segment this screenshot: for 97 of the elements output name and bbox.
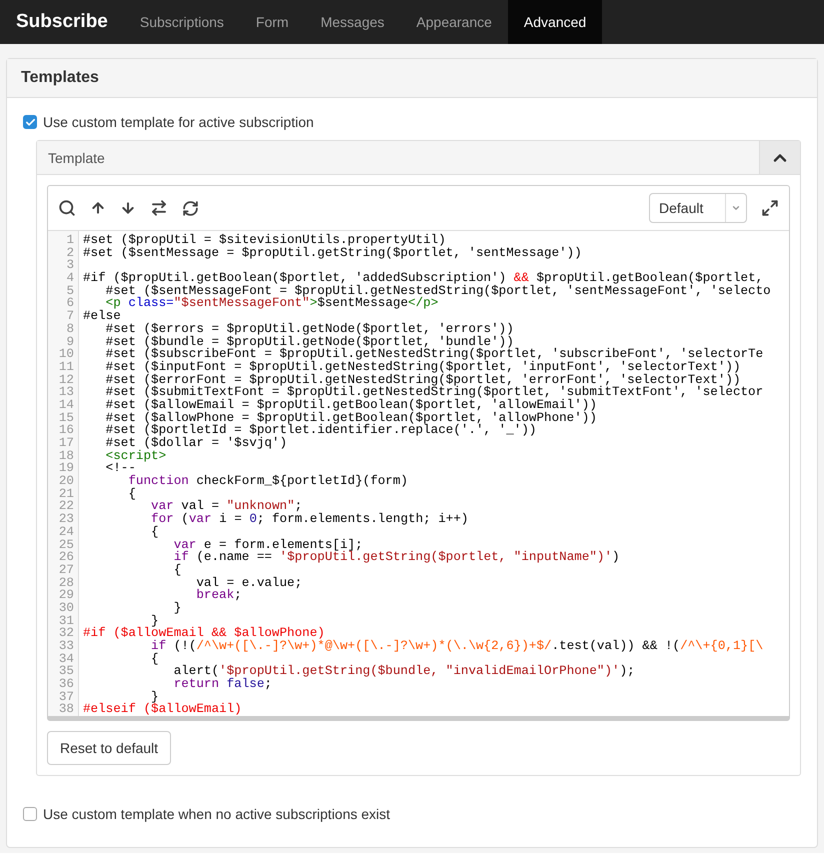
code-line: break; — [195, 589, 242, 602]
line-number: 17 — [58, 437, 74, 450]
collapse-button[interactable] — [759, 141, 800, 174]
refresh-icon[interactable] — [182, 200, 199, 216]
code-line: } — [151, 690, 159, 704]
line-number: 7 — [65, 310, 74, 323]
code-line: return false; — [172, 678, 272, 691]
line-number: 35 — [58, 665, 74, 678]
line-number: 33 — [58, 640, 74, 653]
nav-tab[interactable]: Form — [240, 0, 305, 44]
line-number: 27 — [58, 564, 74, 577]
line-number: 19 — [58, 462, 74, 476]
line-number: 11 — [58, 360, 74, 374]
nav-tab[interactable]: Appearance — [400, 0, 508, 44]
theme-select[interactable]: Default — [649, 193, 747, 223]
code-line: #set ($dollar = '$svjq') — [104, 437, 288, 450]
line-number: 8 — [65, 322, 74, 336]
line-number: 25 — [58, 538, 74, 552]
code-line: } — [151, 614, 159, 628]
brand-title: Subscribe — [15, 10, 109, 34]
code-line: #set ($bundle = $propUtil.getNode($portlet, 'bundle')) — [104, 336, 514, 348]
line-number: 34 — [58, 652, 74, 666]
code-line: #else — [83, 310, 121, 323]
code-line: <p class="$sentMessageFont">$sentMessage</p> — [106, 297, 438, 310]
code-line: for (var i = 0; form.elements.length; i++) — [150, 513, 468, 526]
swap-arrows-icon[interactable] — [150, 199, 168, 217]
code-line: #set ($errors = $propUtil.getNode($portlet, 'errors')) — [104, 322, 514, 336]
code-line: #set ($portletId = $portlet.identifier.replace('.', '_')) — [104, 424, 536, 437]
line-number: 29 — [58, 589, 74, 602]
code-line: function checkForm_${portletId}(form) — [127, 475, 408, 488]
line-number: 4 — [65, 272, 74, 285]
line-number: 30 — [58, 602, 74, 615]
line-number: 9 — [65, 336, 74, 348]
nav-tab[interactable]: Subscriptions — [124, 0, 240, 44]
arrow-down-icon[interactable] — [120, 200, 136, 216]
line-number: 5 — [65, 284, 74, 298]
line-number: 2 — [65, 246, 74, 260]
line-number: 23 — [58, 513, 74, 526]
code-line: #set ($allowPhone = $propUtil.getBoolean($portlet, 'allowPhone')) — [104, 412, 597, 424]
code-line: #set ($sentMessageFont = $propUtil.getNestedString($portlet, 'sentMessageFont', 'selecto — [104, 284, 771, 298]
code-line: #set ($sentMessage = $propUtil.getString($portlet, 'sentMessage')) — [83, 246, 582, 260]
code-line: { — [127, 488, 136, 500]
arrow-up-icon[interactable] — [90, 200, 106, 216]
caret-icon — [731, 203, 741, 213]
code-line: if (!(/^\w+([\.-]?\w+)*@\w+([\.-]?\w+)*(\.\w{2,6})+$/.test(val)) && !(/^\+{0,1}[\ — [150, 640, 764, 653]
line-number: 10 — [58, 348, 74, 361]
line-number: 28 — [58, 576, 74, 590]
code-line: <!-- — [104, 462, 136, 476]
nav-tab[interactable]: Advanced — [508, 0, 602, 44]
line-number: 38 — [58, 703, 74, 716]
line-number: 14 — [58, 398, 74, 412]
line-number: 26 — [58, 551, 74, 564]
checkbox-label: Use custom template for active subscription — [43, 114, 314, 130]
line-number: 13 — [58, 386, 74, 399]
line-number: 15 — [58, 412, 74, 424]
code-line: #set ($propUtil = $sitevisionUtils.propertyUtil) — [83, 234, 446, 247]
code-line: #set ($inputFont = $propUtil.getNestedString($portlet, 'inputFont', 'selectorText')) — [104, 360, 741, 374]
line-number: 18 — [58, 450, 74, 462]
line-number: 21 — [58, 488, 74, 500]
code-line: #elseif ($allowEmail) — [83, 703, 242, 716]
nav-tab[interactable]: Messages — [304, 0, 400, 44]
code-line: { — [172, 564, 182, 577]
accordion-title: Template — [47, 148, 106, 168]
line-number: 16 — [58, 424, 74, 437]
code-line: var e = form.elements[i]; — [172, 538, 363, 552]
line-number: 6 — [65, 297, 74, 310]
code-line: #set ($subscribeFont = $propUtil.getNestedString($portlet, 'subscribeFont', 'selectorTe — [104, 348, 764, 361]
code-line: alert('$propUtil.getString($bundle, "invalidEmailOrPhone")'); — [172, 665, 635, 678]
code-line: { — [150, 652, 159, 666]
code-line: val = e.value; — [195, 576, 302, 590]
code-line: if (e.name == '$propUtil.getString($portlet, "inputName")') — [172, 551, 620, 564]
line-number: 20 — [58, 475, 74, 488]
line-number: 31 — [58, 614, 74, 628]
line-number: 36 — [58, 678, 74, 691]
code-line: #set ($submitTextFont = $propUtil.getNestedString($portlet, 'submitTextFont', 'selector — [104, 386, 764, 399]
line-number: 22 — [58, 500, 74, 514]
code-line: } — [172, 602, 182, 615]
code-line: var val = "unknown"; — [150, 500, 302, 514]
code-line: #if ($allowEmail && $allowPhone) — [83, 627, 325, 640]
expand-icon[interactable] — [761, 199, 779, 217]
code-line: { — [150, 526, 159, 538]
checkbox[interactable] — [23, 807, 37, 822]
search-icon[interactable] — [58, 199, 76, 217]
code-line: #set ($errorFont = $propUtil.getNestedString($portlet, 'errorFont', 'selectorText')) — [104, 374, 741, 386]
line-number: 37 — [58, 690, 74, 704]
reset-button[interactable]: Reset to default — [47, 731, 172, 766]
line-number: 1 — [65, 234, 74, 247]
line-number: 12 — [58, 374, 74, 386]
code-line: <script> — [104, 450, 166, 462]
line-number: 24 — [58, 526, 74, 538]
checkbox-label: Use custom template when no active subscriptions exist — [43, 806, 390, 822]
code-line: #set ($allowEmail = $propUtil.getBoolean($portlet, 'allowEmail')) — [104, 398, 597, 412]
panel-title: Templates — [7, 59, 817, 98]
line-number: 32 — [58, 627, 74, 640]
code-line: #if ($propUtil.getBoolean($portlet, 'addedSubscription') && $propUtil.getBoolean($portlet, — [83, 272, 764, 285]
line-number: 3 — [65, 259, 74, 272]
checkbox[interactable] — [23, 115, 37, 129]
